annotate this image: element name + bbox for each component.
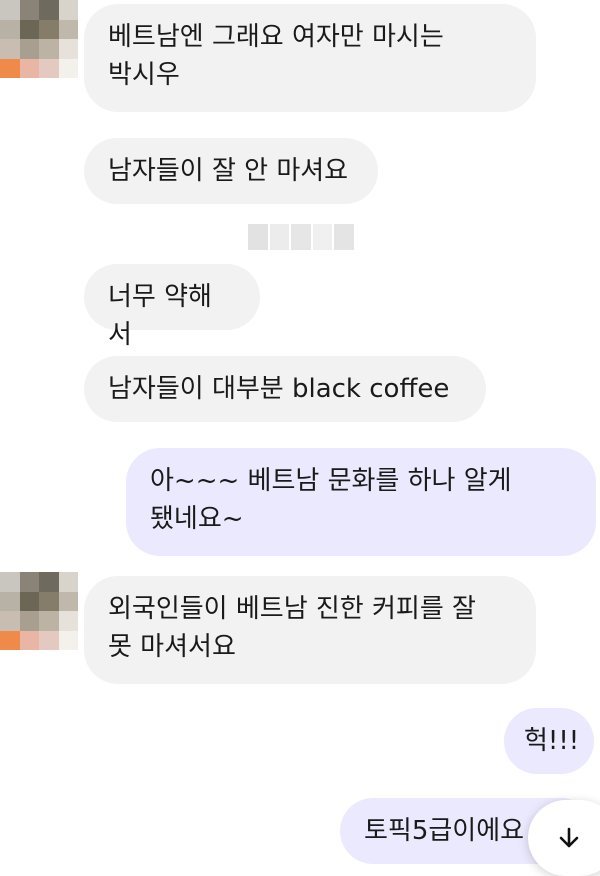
outgoing-message[interactable]: 아~~~ 베트남 문화를 하나 알게 됐네요~ [126,448,596,556]
incoming-message[interactable]: 너무 약해서 [84,264,260,350]
chat-thread[interactable]: 베트남엔 그래요 여자만 마시는 박시우 남자들이 잘 안 마셔요 너무 약해서… [0,0,600,876]
blurred-timestamp [248,224,354,250]
outgoing-message[interactable]: 헉!!! [504,708,594,774]
sender-avatar[interactable] [0,0,78,78]
scroll-to-bottom-button[interactable] [528,800,600,876]
incoming-message[interactable]: 베트남엔 그래요 여자만 마시는 박시우 [84,4,536,112]
arrow-down-icon [559,827,579,848]
incoming-message[interactable]: 남자들이 대부분 black coffee [84,356,486,422]
incoming-message[interactable]: 외국인들이 베트남 진한 커피를 잘 못 마셔서요 [84,576,536,684]
incoming-message[interactable]: 남자들이 잘 안 마셔요 [84,138,378,204]
sender-avatar[interactable] [0,572,78,650]
